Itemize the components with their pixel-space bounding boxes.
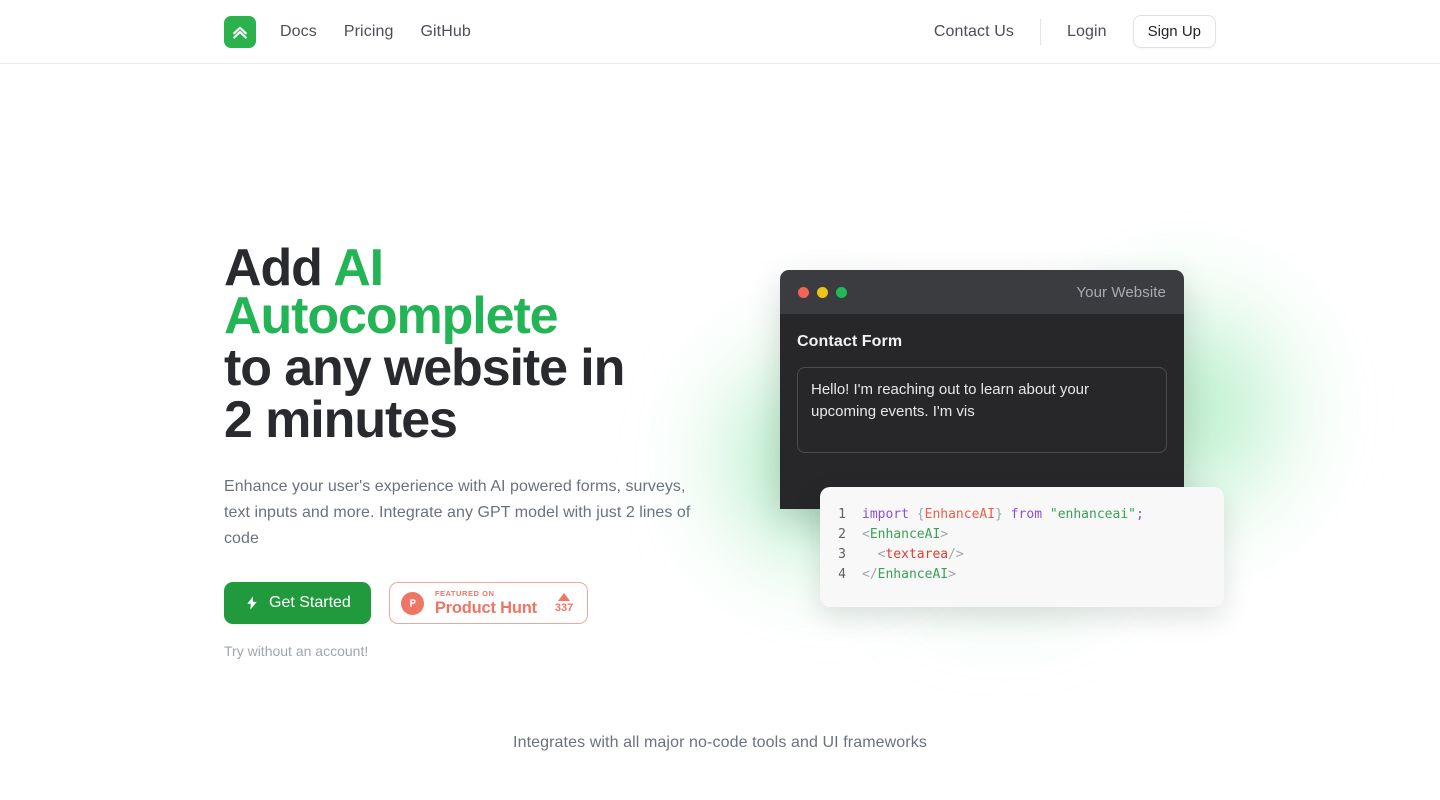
headline-line-3: 2 minutes: [224, 391, 458, 449]
product-hunt-name: Product Hunt: [434, 598, 537, 617]
code-line-number: 2: [838, 527, 846, 542]
code-token: EnhanceAI: [877, 567, 949, 582]
product-hunt-vote[interactable]: 337: [554, 592, 574, 614]
headline-line-1: Add AI Autocomplete: [224, 239, 559, 345]
integration-logo-strip: WiX .bubble webflow Framer: [0, 779, 1440, 800]
contact-message-textarea[interactable]: [797, 367, 1167, 453]
double-chevron-up-icon: [233, 26, 247, 39]
main-nav-links: Docs Pricing GitHub: [272, 17, 479, 47]
code-token: >: [940, 527, 949, 542]
nav-left-group: Docs Pricing GitHub: [224, 15, 479, 48]
top-navbar: Docs Pricing GitHub Contact Us Login Sig…: [0, 0, 1440, 64]
code-lines: 1 import {EnhanceAI} from "enhanceai"; 2 <E…: [820, 505, 1224, 585]
maximize-dot-icon[interactable]: [836, 286, 847, 298]
logo-button[interactable]: [224, 15, 256, 48]
code-line: 3 <textarea/>: [820, 545, 1224, 565]
nav-right-group: Contact Us Login Sign Up: [926, 15, 1216, 48]
product-hunt-badge[interactable]: FEATURED ON Product Hunt 337: [388, 582, 589, 624]
code-token: ;: [1135, 507, 1144, 522]
nav-link-docs[interactable]: Docs: [272, 17, 325, 47]
mockup-titlebar: Your Website: [780, 270, 1184, 314]
code-line-number: 3: [838, 547, 846, 562]
window-traffic-lights: [798, 286, 847, 298]
triangle-up-icon: [558, 592, 571, 601]
code-token: import: [862, 507, 909, 522]
sign-up-button[interactable]: Sign Up: [1132, 15, 1216, 48]
code-snippet-card: 1 import {EnhanceAI} from "enhanceai"; 2 <E…: [820, 487, 1224, 607]
nav-link-pricing[interactable]: Pricing: [336, 17, 402, 47]
code-token: "enhanceai": [1049, 507, 1136, 522]
code-line-number: 1: [838, 507, 846, 522]
code-token: EnhanceAI: [924, 507, 996, 522]
code-line-content: </EnhanceAI>: [862, 565, 956, 585]
close-dot-icon[interactable]: [798, 286, 809, 298]
logo-fade-right: [1320, 779, 1440, 800]
code-token: from: [1010, 507, 1043, 522]
nav-link-login[interactable]: Login: [1059, 17, 1115, 47]
product-hunt-p-glyph: [410, 599, 416, 607]
get-started-button[interactable]: Get Started: [224, 582, 371, 624]
product-hunt-logo-icon: [400, 591, 424, 615]
product-hunt-text: FEATURED ON Product Hunt: [435, 590, 537, 616]
try-without-account-note[interactable]: Try without an account!: [224, 643, 724, 659]
lightning-bolt-icon: [247, 596, 257, 610]
code-token: textarea: [885, 547, 949, 562]
code-token: {: [916, 507, 925, 522]
code-token: </: [862, 567, 878, 582]
cta-row: Get Started FEATURED ON Product Hunt 337: [224, 582, 724, 624]
nav-divider: [1039, 18, 1041, 45]
code-token: <: [862, 527, 870, 542]
code-line-number: 4: [838, 567, 846, 582]
contact-form-title: Contact Form: [797, 333, 903, 350]
code-token: }: [995, 507, 1003, 522]
code-line-content: <textarea/>: [862, 545, 964, 565]
code-line-content: <EnhanceAI>: [862, 525, 948, 545]
page-title: Add AI Autocomplete to any website in 2 …: [224, 242, 724, 449]
integrations-caption: Integrates with all major no-code tools …: [513, 734, 927, 751]
hero-copy: Add AI Autocomplete to any website in 2 …: [224, 242, 724, 659]
hero-subtitle: Enhance your user's experience with AI p…: [224, 478, 691, 547]
mockup-site-title: Your Website: [1076, 283, 1166, 301]
mockup-body: Contact Form: [780, 314, 1184, 509]
code-line-content: import {EnhanceAI} from "enhanceai";: [862, 505, 1144, 525]
code-token: <: [862, 547, 886, 562]
code-token: />: [948, 547, 964, 562]
nav-link-github[interactable]: GitHub: [412, 17, 478, 47]
product-hunt-featured-label: FEATURED ON: [434, 589, 495, 598]
nav-link-contact-us[interactable]: Contact Us: [926, 17, 1022, 47]
get-started-label: Get Started: [269, 594, 351, 611]
browser-mockup: Your Website Contact Form: [780, 270, 1184, 509]
headline-line-2: to any website in: [224, 339, 625, 397]
code-line: 2 <EnhanceAI>: [820, 525, 1224, 545]
product-hunt-vote-count: 337: [554, 601, 574, 614]
hero-section: Add AI Autocomplete to any website in 2 …: [0, 64, 1440, 800]
code-token: >: [948, 567, 956, 582]
code-token: EnhanceAI: [869, 527, 941, 542]
code-line: 1 import {EnhanceAI} from "enhanceai";: [820, 505, 1224, 525]
minimize-dot-icon[interactable]: [817, 286, 828, 298]
code-line: 4 </EnhanceAI>: [820, 565, 1224, 585]
